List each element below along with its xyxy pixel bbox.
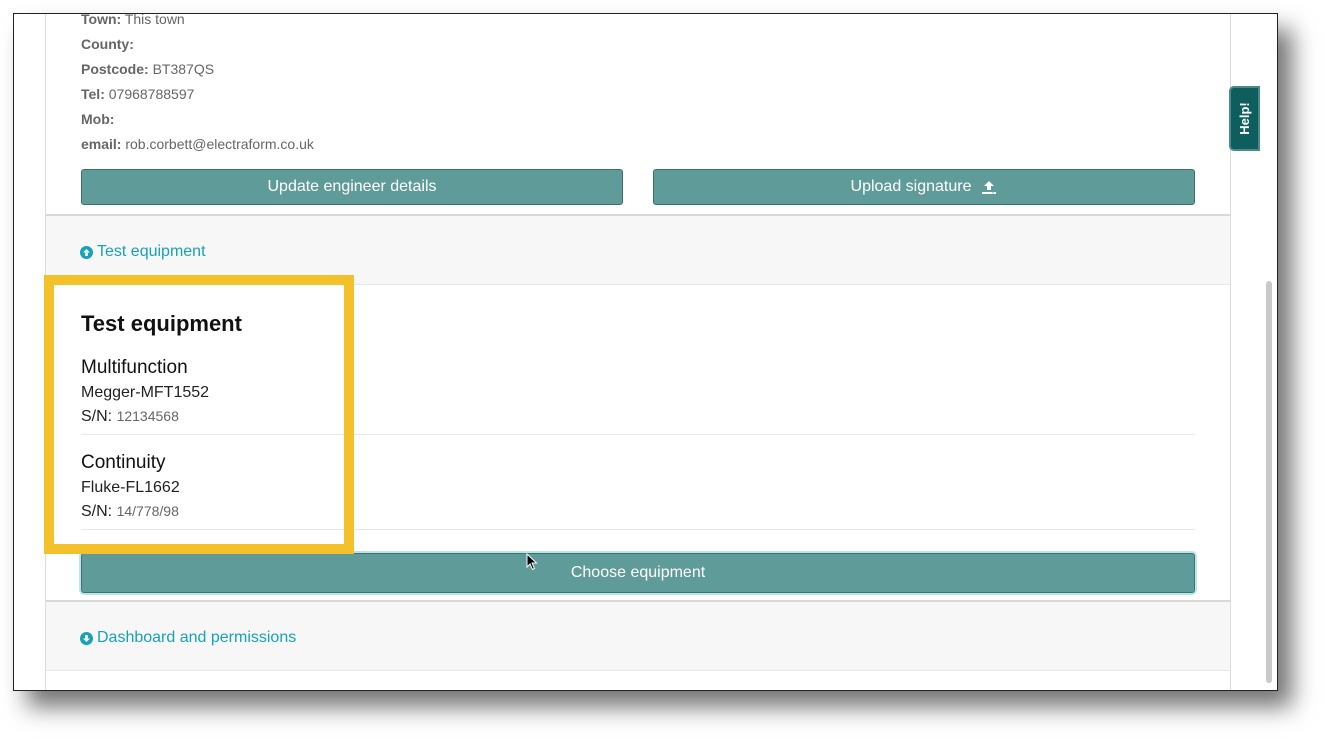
arrow-up-circle-icon — [80, 245, 93, 259]
arrow-down-circle-icon — [80, 631, 93, 645]
postcode-value: BT387QS — [152, 61, 215, 77]
tel-line: Tel: 07968788597 — [81, 86, 194, 102]
equipment-model: Megger-MFT1552 — [81, 384, 210, 401]
choose-equipment-button[interactable]: Choose equipment — [81, 553, 1195, 593]
email-line: email: rob.corbett@electraform.co.uk — [81, 136, 314, 152]
postcode-line: Postcode: BT387QS — [81, 61, 214, 77]
update-engineer-details-button[interactable]: Update engineer details — [81, 169, 623, 205]
test-equipment-link[interactable]: Test equipment — [97, 243, 206, 261]
tel-label: Tel: — [81, 86, 105, 102]
tel-value: 07968788597 — [108, 86, 195, 102]
county-label: County: — [81, 36, 134, 52]
serial-label: S/N: — [81, 408, 113, 425]
app-window: Town: This town County: Postcode: BT387Q… — [13, 13, 1278, 691]
update-engineer-details-label: Update engineer details — [267, 178, 437, 195]
choose-equipment-label: Choose equipment — [570, 564, 706, 581]
equipment-serial: S/N: 12134568 — [81, 408, 179, 426]
dashboard-toggle[interactable]: Dashboard and permissions — [80, 629, 296, 647]
scrollbar[interactable] — [1266, 281, 1272, 683]
upload-icon — [981, 180, 997, 195]
test-equipment-header: Test equipment — [46, 214, 1230, 285]
dashboard-link[interactable]: Dashboard and permissions — [97, 629, 296, 647]
help-label: Help! — [1237, 102, 1252, 135]
help-tab[interactable]: Help! — [1229, 86, 1260, 151]
county-line: County: — [81, 36, 134, 52]
postcode-label: Postcode: — [81, 61, 149, 77]
dashboard-header: Dashboard and permissions — [46, 600, 1230, 671]
upload-signature-label: Upload signature — [850, 178, 972, 195]
engineer-panel: Town: This town County: Postcode: BT387Q… — [45, 14, 1231, 690]
town-value: This town — [124, 13, 185, 27]
equipment-type: Multifunction — [81, 357, 188, 378]
town-label: Town: — [81, 13, 122, 27]
serial-value: 14/778/98 — [116, 503, 179, 519]
email-label: email: — [81, 136, 122, 152]
equipment-serial: S/N: 14/778/98 — [81, 503, 179, 521]
divider — [81, 529, 1195, 530]
serial-value: 12134568 — [116, 408, 179, 424]
mouse-pointer-icon — [526, 552, 538, 576]
mob-label: Mob: — [81, 111, 115, 127]
divider — [81, 434, 1195, 435]
mob-line: Mob: — [81, 111, 114, 127]
equipment-type: Continuity — [81, 452, 166, 473]
upload-signature-button[interactable]: Upload signature — [653, 169, 1195, 205]
equipment-model: Fluke-FL1662 — [81, 479, 180, 496]
serial-label: S/N: — [81, 503, 113, 520]
email-value: rob.corbett@electraform.co.uk — [125, 136, 314, 152]
test-equipment-title: Test equipment — [81, 311, 242, 336]
test-equipment-toggle[interactable]: Test equipment — [80, 243, 206, 261]
town-line: Town: This town — [81, 13, 185, 27]
